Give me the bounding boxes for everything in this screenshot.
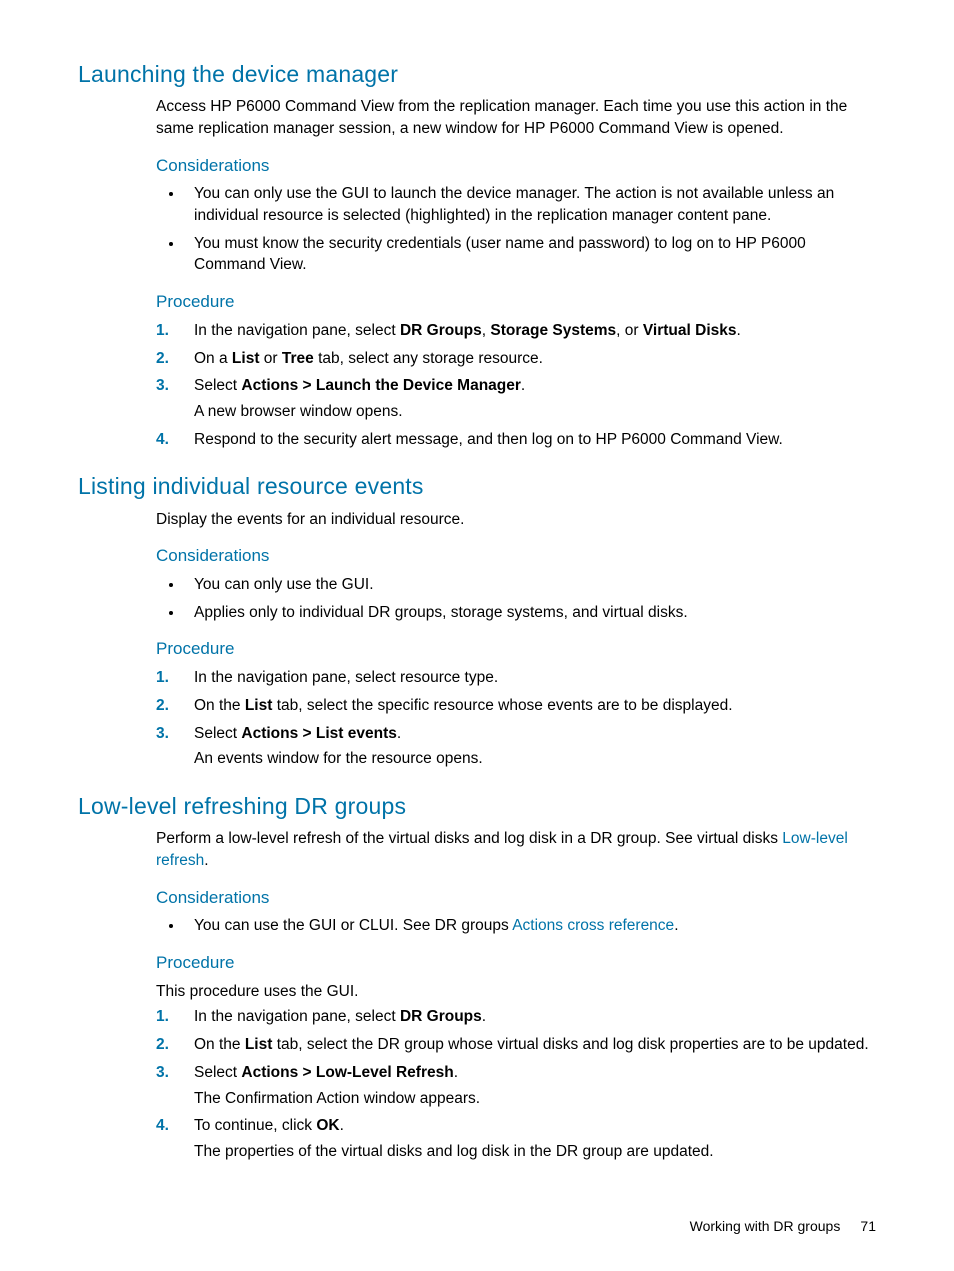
step: On the List tab, select the DR group who… (156, 1034, 876, 1056)
section-heading: Launching the device manager (78, 58, 876, 90)
procedure-heading: Procedure (78, 951, 876, 975)
considerations-list: You can only use the GUI to launch the d… (78, 183, 876, 276)
list-item: You can only use the GUI. (184, 574, 876, 596)
considerations-heading: Considerations (78, 544, 876, 568)
list-item: Applies only to individual DR groups, st… (184, 602, 876, 624)
considerations-list: You can use the GUI or CLUI. See DR grou… (78, 915, 876, 937)
section-launching-device-manager: Launching the device manager Access HP P… (78, 58, 876, 450)
procedure-steps: In the navigation pane, select DR Groups… (78, 1006, 876, 1162)
procedure-intro: This procedure uses the GUI. (78, 981, 876, 1003)
list-item: You can only use the GUI to launch the d… (184, 183, 876, 226)
list-item: You can use the GUI or CLUI. See DR grou… (184, 915, 876, 937)
section-low-level-refresh: Low-level refreshing DR groups Perform a… (78, 790, 876, 1163)
procedure-heading: Procedure (78, 637, 876, 661)
step: In the navigation pane, select DR Groups… (156, 1006, 876, 1028)
considerations-heading: Considerations (78, 886, 876, 910)
step: In the navigation pane, select DR Groups… (156, 320, 876, 342)
procedure-heading: Procedure (78, 290, 876, 314)
step: To continue, click OK. The properties of… (156, 1115, 876, 1162)
section-heading: Listing individual resource events (78, 470, 876, 502)
step: Select Actions > Low-Level Refresh. The … (156, 1062, 876, 1109)
step: On the List tab, select the specific res… (156, 695, 876, 717)
list-item: You must know the security credentials (… (184, 233, 876, 276)
step: On a List or Tree tab, select any storag… (156, 348, 876, 370)
step-subtext: The properties of the virtual disks and … (194, 1141, 876, 1163)
procedure-steps: In the navigation pane, select DR Groups… (78, 320, 876, 450)
considerations-list: You can only use the GUI. Applies only t… (78, 574, 876, 623)
page-footer: Working with DR groups 71 (78, 1217, 876, 1237)
step: Select Actions > List events. An events … (156, 723, 876, 770)
section-heading: Low-level refreshing DR groups (78, 790, 876, 822)
step: In the navigation pane, select resource … (156, 667, 876, 689)
step-subtext: The Confirmation Action window appears. (194, 1088, 876, 1110)
section-intro: Access HP P6000 Command View from the re… (78, 96, 876, 139)
step-subtext: A new browser window opens. (194, 401, 876, 423)
page-number: 71 (852, 1217, 876, 1237)
section-intro: Display the events for an individual res… (78, 509, 876, 531)
section-intro: Perform a low-level refresh of the virtu… (78, 828, 876, 871)
section-listing-resource-events: Listing individual resource events Displ… (78, 470, 876, 770)
step: Respond to the security alert message, a… (156, 429, 876, 451)
procedure-steps: In the navigation pane, select resource … (78, 667, 876, 770)
link-actions-cross-reference[interactable]: Actions cross reference (512, 917, 674, 934)
step: Select Actions > Launch the Device Manag… (156, 375, 876, 422)
step-subtext: An events window for the resource opens. (194, 748, 876, 770)
footer-text: Working with DR groups (690, 1218, 841, 1234)
considerations-heading: Considerations (78, 154, 876, 178)
